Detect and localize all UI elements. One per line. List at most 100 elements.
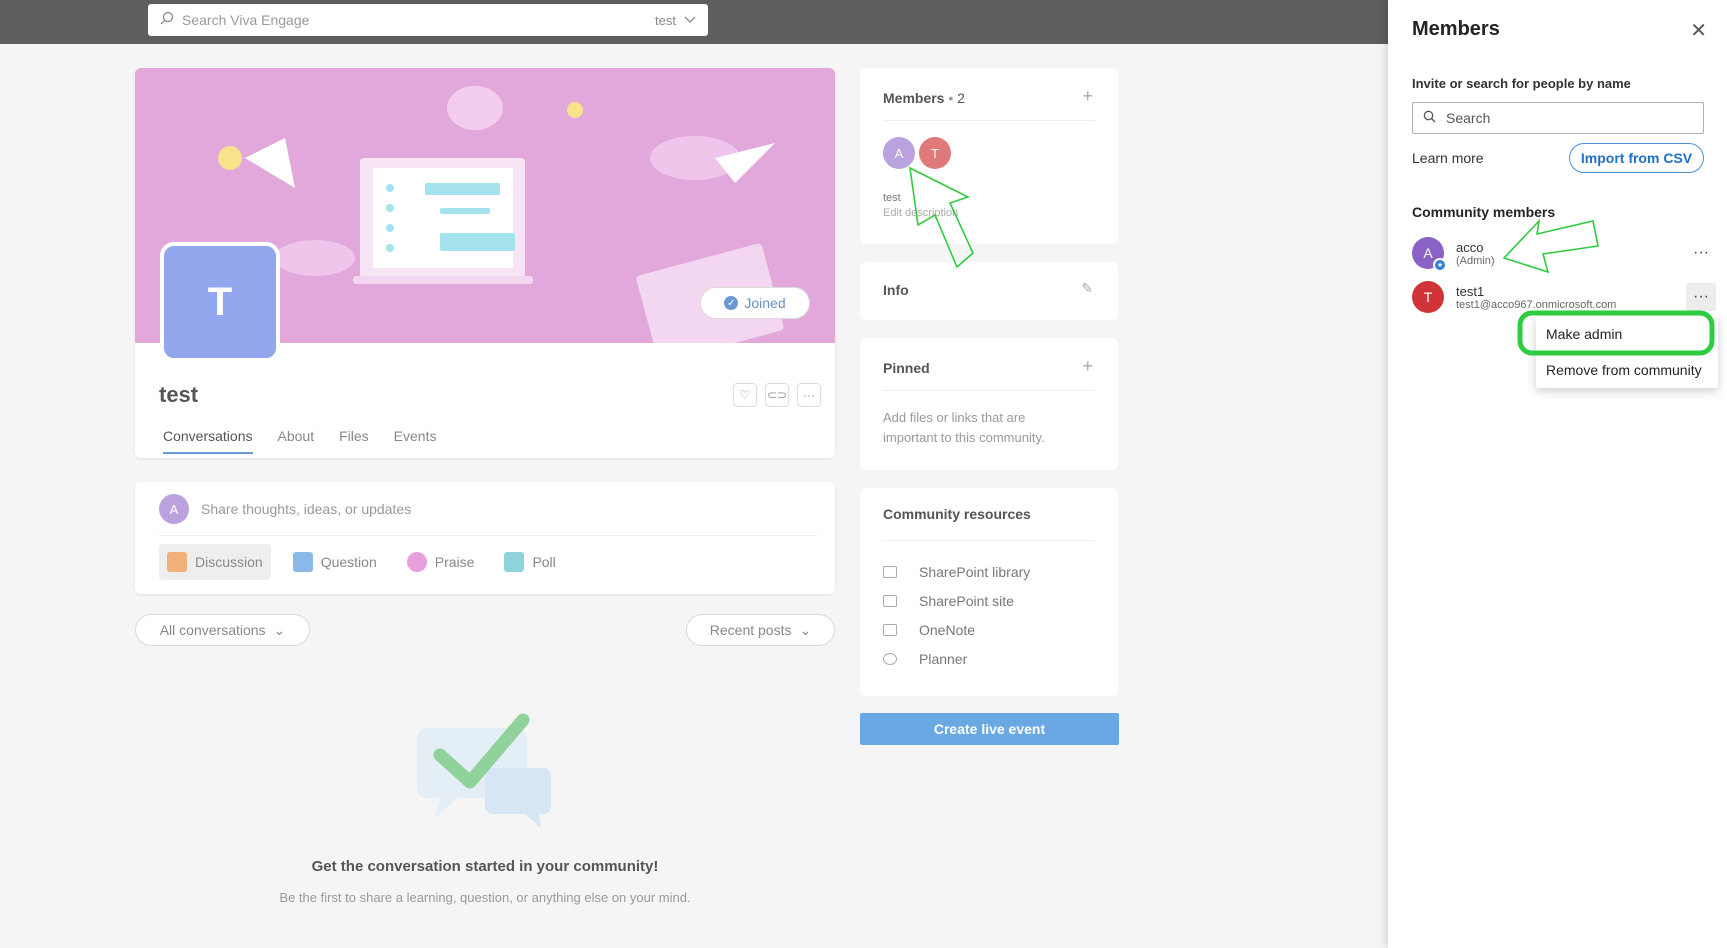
community-name: test [159, 382, 199, 407]
poll-button[interactable]: Poll [496, 544, 563, 580]
member-role: (Admin) [1456, 254, 1495, 267]
member-more-button[interactable]: ··· [1686, 239, 1716, 267]
avatar[interactable]: T [1412, 281, 1444, 313]
top-bar: Search Viva Engage test [0, 0, 1388, 44]
admin-badge-icon: ★ [1433, 258, 1447, 272]
post-composer: A Share thoughts, ideas, or updates Disc… [135, 482, 835, 594]
member-info: test1 test1@acco967.onmicrosoft.com [1456, 284, 1686, 311]
poll-icon [504, 552, 525, 572]
member-row-acco: A ★ acco (Admin) ··· [1402, 232, 1716, 274]
divider [883, 390, 1095, 391]
link-icon[interactable]: ⊂⊃ [765, 383, 789, 407]
pinned-card-title: Pinned [883, 360, 930, 376]
check-icon: ✓ [724, 296, 739, 310]
divider [883, 540, 1095, 541]
discussion-button[interactable]: Discussion [159, 544, 271, 580]
close-icon[interactable]: ✕ [1690, 18, 1707, 43]
member-avatar[interactable]: T [919, 137, 951, 169]
resources-card-title: Community resources [883, 506, 1031, 522]
member-more-button[interactable]: ··· [1686, 283, 1716, 311]
community-actions: ♡ ⊂⊃ ··· [733, 383, 821, 407]
more-icon[interactable]: ··· [797, 383, 821, 407]
search-icon [1423, 110, 1436, 126]
make-admin-menu-item[interactable]: Make admin [1546, 326, 1622, 342]
member-avatar[interactable]: A [883, 137, 915, 169]
main-page: Search Viva Engage test T ✓ Joined test … [0, 0, 1388, 948]
discussion-icon [167, 552, 187, 572]
member-name: test1 [1456, 283, 1485, 299]
resource-onenote[interactable]: OneNote [883, 622, 975, 638]
tab-about[interactable]: About [278, 428, 315, 454]
heart-icon[interactable]: ♡ [733, 383, 757, 407]
post-type-bar: Discussion Question Praise Poll [159, 544, 564, 580]
avatar: A [159, 494, 189, 524]
joined-label: Joined [744, 295, 786, 311]
avatar[interactable]: A ★ [1412, 237, 1447, 272]
community-resources-card: Community resources SharePoint library S… [860, 488, 1118, 696]
empty-state-title: Get the conversation started in your com… [311, 858, 659, 875]
empty-state-subtitle: Be the first to share a learning, questi… [279, 890, 691, 905]
remove-from-community-menu-item[interactable]: Remove from community [1546, 362, 1702, 378]
question-button[interactable]: Question [285, 544, 385, 580]
resource-label: Planner [919, 651, 968, 667]
member-context-menu: Make admin Remove from community [1536, 316, 1718, 388]
edit-description-link[interactable]: Edit description [883, 207, 958, 219]
community-avatar: T [160, 242, 280, 362]
member-avatars: A T [883, 137, 951, 169]
tab-conversations[interactable]: Conversations [163, 428, 253, 454]
chevron-down-icon[interactable] [684, 11, 696, 29]
tab-events[interactable]: Events [394, 428, 437, 454]
sort-label: Recent posts [709, 622, 792, 638]
resource-sharepoint-site[interactable]: SharePoint site [883, 593, 1014, 609]
learn-more-link[interactable]: Learn more [1412, 150, 1484, 166]
joined-button[interactable]: ✓ Joined [700, 287, 810, 319]
add-member-icon[interactable]: + [1082, 86, 1093, 107]
onenote-icon [883, 624, 897, 636]
chevron-down-icon: ⌄ [273, 621, 286, 638]
question-icon [292, 552, 313, 572]
avatar-initial: A [1423, 245, 1433, 261]
pinned-card: Pinned + Add files or links that are imp… [860, 338, 1118, 470]
conversation-filter-label: All conversations [159, 622, 266, 638]
composer-placeholder[interactable]: Share thoughts, ideas, or updates [201, 501, 411, 517]
import-csv-button[interactable]: Import from CSV [1569, 143, 1704, 173]
planner-icon [883, 653, 897, 665]
members-card-title: Members [883, 90, 945, 106]
members-card-header: Members • 2 [883, 90, 965, 106]
pinned-body: Add files or links that are important to… [883, 410, 1045, 445]
member-search-input[interactable]: Search [1412, 102, 1704, 134]
divider [159, 535, 817, 536]
question-label: Question [320, 554, 377, 570]
composer-input-row[interactable]: A Share thoughts, ideas, or updates [159, 494, 411, 524]
pencil-icon[interactable]: ✎ [1081, 280, 1093, 297]
community-members-heading: Community members [1412, 204, 1556, 220]
invite-label: Invite or search for people by name [1412, 76, 1631, 91]
sharepoint-icon [883, 595, 897, 607]
search-placeholder: Search Viva Engage [182, 12, 310, 28]
add-pinned-icon[interactable]: + [1082, 356, 1093, 377]
member-email: test1@acco967.onmicrosoft.com [1456, 298, 1617, 311]
create-live-event-button[interactable]: Create live event [860, 713, 1119, 745]
chevron-down-icon: ⌄ [799, 621, 812, 638]
sort-dropdown[interactable]: Recent posts ⌄ [686, 614, 835, 646]
resource-label: SharePoint site [919, 593, 1014, 609]
poll-label: Poll [532, 554, 556, 570]
resource-sharepoint-library[interactable]: SharePoint library [883, 564, 1030, 580]
discussion-label: Discussion [195, 554, 263, 570]
conversation-filter-dropdown[interactable]: All conversations ⌄ [135, 614, 310, 646]
search-scope[interactable]: test [655, 13, 676, 28]
member-name: acco [1456, 239, 1484, 255]
community-tabs: Conversations About Files Events [163, 428, 436, 454]
community-description: test [883, 192, 901, 204]
tab-files[interactable]: Files [339, 428, 369, 454]
members-count: 2 [957, 90, 965, 106]
praise-label: Praise [434, 554, 475, 570]
resource-planner[interactable]: Planner [883, 651, 967, 667]
praise-button[interactable]: Praise [399, 544, 483, 580]
resource-label: SharePoint library [919, 564, 1031, 580]
global-search-box[interactable]: Search Viva Engage test [148, 4, 708, 36]
info-card: Info ✎ [860, 262, 1118, 320]
info-card-title: Info [883, 282, 909, 298]
divider [883, 120, 1095, 121]
praise-icon [406, 552, 427, 572]
